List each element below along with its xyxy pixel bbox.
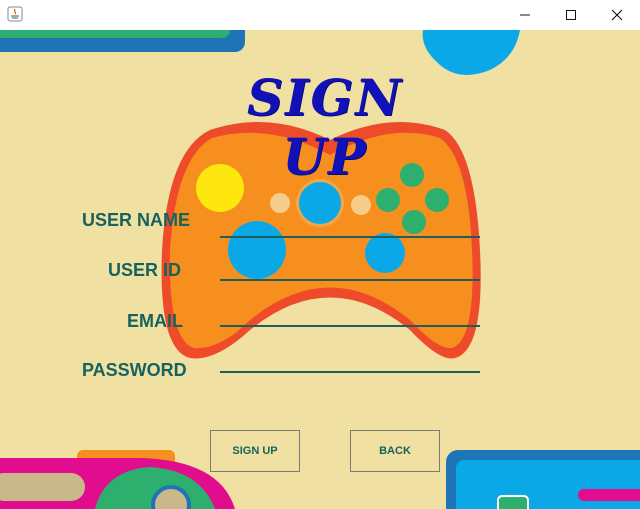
bottom-right-decoration bbox=[446, 450, 640, 509]
username-field[interactable] bbox=[220, 216, 480, 238]
minimize-icon bbox=[520, 14, 530, 16]
top-left-stripe bbox=[0, 30, 230, 38]
back-button[interactable]: BACK bbox=[350, 430, 440, 472]
maximize-icon bbox=[566, 10, 576, 20]
email-label: EMAIL bbox=[127, 311, 183, 331]
signup-window: SIGN UP USER NAME USER ID EMAIL PASSWORD… bbox=[0, 0, 640, 509]
minimize-button[interactable] bbox=[502, 0, 548, 30]
close-icon bbox=[611, 9, 623, 21]
password-field[interactable] bbox=[220, 351, 480, 373]
content-panel: SIGN UP USER NAME USER ID EMAIL PASSWORD… bbox=[0, 30, 640, 509]
close-button[interactable] bbox=[594, 0, 640, 30]
user-id-label: USER ID bbox=[108, 260, 182, 280]
email-field[interactable] bbox=[220, 305, 480, 327]
password-label: PASSWORD bbox=[82, 360, 187, 380]
java-app-icon bbox=[7, 6, 23, 22]
bottom-left-decoration bbox=[0, 450, 235, 509]
maximize-button[interactable] bbox=[548, 0, 594, 30]
page-title: SIGN UP bbox=[247, 68, 403, 186]
username-label: USER NAME bbox=[82, 210, 191, 230]
sign-up-button[interactable]: SIGN UP bbox=[210, 430, 300, 472]
user-id-field[interactable] bbox=[220, 259, 480, 281]
title-bar bbox=[0, 0, 640, 30]
